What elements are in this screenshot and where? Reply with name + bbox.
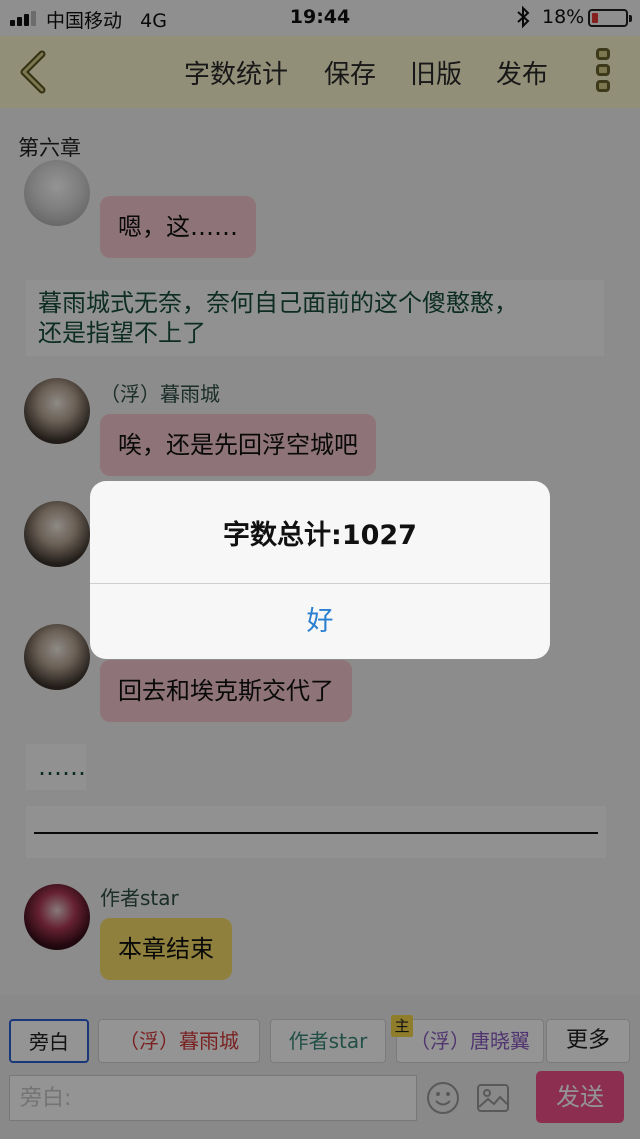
word-count-alert: 字数总计:1027 好 bbox=[90, 481, 550, 659]
alert-title: 字数总计:1027 bbox=[223, 520, 417, 551]
alert-ok-button[interactable]: 好 bbox=[90, 584, 550, 659]
